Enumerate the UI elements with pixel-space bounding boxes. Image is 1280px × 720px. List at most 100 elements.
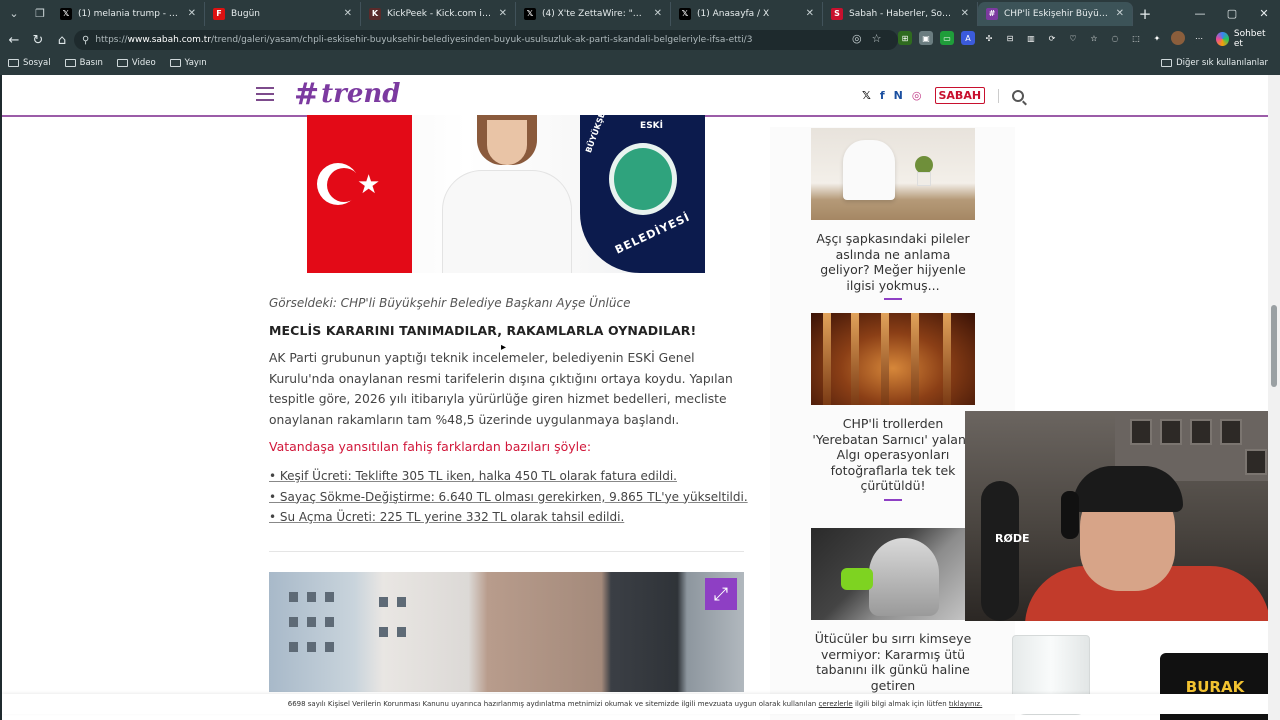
x-icon[interactable]: 𝕏 bbox=[862, 89, 871, 102]
scrollbar-thumb[interactable] bbox=[1271, 305, 1277, 387]
folder-icon bbox=[116, 59, 128, 67]
cap bbox=[1073, 466, 1183, 512]
copilot-history-icon[interactable]: ◌ bbox=[1108, 31, 1122, 45]
tab-title: KickPeek - Kick.com için Gerçek Z bbox=[387, 8, 493, 19]
close-icon[interactable]: ✕ bbox=[499, 8, 507, 19]
collections-icon[interactable]: ☆ bbox=[1087, 31, 1101, 45]
cookie-link[interactable]: çerezlerle bbox=[818, 700, 852, 708]
cookie-text: 6698 sayılı Kişisel Verilerin Korunması … bbox=[287, 700, 817, 708]
extension-icon[interactable]: ⊟ bbox=[1003, 31, 1017, 45]
hamburger-menu-icon[interactable] bbox=[256, 87, 274, 101]
window bbox=[289, 592, 298, 602]
tab-title: CHP'li Eskişehir Büyükşehir Beled bbox=[1004, 8, 1110, 19]
emblem-left-text: BÜYÜKŞEHİR bbox=[584, 115, 613, 155]
url-host: www.sabah.com.tr bbox=[127, 35, 212, 45]
reader-mode-icon[interactable]: ◎ bbox=[852, 32, 862, 45]
star-icon: ★ bbox=[357, 170, 381, 200]
close-icon[interactable]: ✕ bbox=[806, 8, 814, 19]
maximize-icon[interactable]: ▢ bbox=[1216, 0, 1248, 27]
tab-x-home[interactable]: 𝕏 (1) Anasayfa / X ✕ bbox=[671, 1, 823, 26]
home-icon[interactable]: ⌂ bbox=[50, 33, 74, 48]
folder-icon bbox=[64, 59, 76, 67]
bookmark-label: Yayın bbox=[184, 58, 207, 68]
close-icon[interactable]: ✕ bbox=[1116, 8, 1124, 19]
chef-hat bbox=[843, 140, 895, 200]
tab-title: Bugün bbox=[231, 8, 260, 19]
card-image-cistern bbox=[811, 313, 975, 405]
turkish-flag: ★ bbox=[307, 115, 412, 273]
url-path: /trend/galeri/yasam/chpli-eskisehir-buyu… bbox=[211, 35, 753, 45]
related-card[interactable]: Ütücüler bu sırrı kimseye vermiyor: Kara… bbox=[811, 528, 975, 693]
tab-chp-eskisehir[interactable]: # CHP'li Eskişehir Büyükşehir Beled ✕ bbox=[978, 1, 1133, 26]
mouse-cursor-icon: ▸ bbox=[501, 342, 507, 353]
extension-icon[interactable]: ✣ bbox=[982, 31, 996, 45]
window bbox=[289, 617, 298, 627]
downloads-icon[interactable]: ⬚ bbox=[1129, 31, 1143, 45]
close-icon[interactable]: ✕ bbox=[654, 8, 662, 19]
municipality-flag: ESKİ BÜYÜKŞEHİR BELEDİYESİ bbox=[580, 115, 705, 273]
page-scrollbar[interactable] bbox=[1268, 75, 1280, 720]
close-icon[interactable]: ✕ bbox=[961, 8, 969, 19]
close-window-icon[interactable]: ✕ bbox=[1248, 0, 1280, 27]
back-icon[interactable]: ← bbox=[2, 33, 26, 48]
expand-image-button[interactable]: ⤢ bbox=[705, 578, 737, 610]
site-info-icon[interactable]: ⚲ bbox=[82, 35, 89, 46]
extension-icon[interactable]: ⊞ bbox=[898, 31, 912, 45]
more-menu-icon[interactable]: ⋯ bbox=[1192, 31, 1206, 45]
cookie-more-link[interactable]: tıklayınız. bbox=[949, 700, 982, 708]
extension-icon[interactable]: ▭ bbox=[940, 31, 954, 45]
close-icon[interactable]: ✕ bbox=[344, 8, 352, 19]
favorite-star-icon[interactable]: ☆ bbox=[872, 32, 882, 45]
minimize-icon[interactable]: — bbox=[1184, 0, 1216, 27]
face bbox=[487, 120, 527, 165]
column bbox=[851, 313, 859, 405]
expand-icon: ⤢ bbox=[713, 583, 729, 605]
google-news-icon[interactable]: N bbox=[894, 89, 903, 102]
tab-bugun[interactable]: F Bugün ✕ bbox=[205, 1, 361, 26]
workspaces-icon[interactable]: ❐ bbox=[28, 3, 52, 25]
tab-search-icon[interactable]: ⌄ bbox=[2, 3, 26, 25]
trend-icon: # bbox=[986, 7, 998, 20]
window bbox=[289, 642, 298, 652]
split-screen-icon[interactable]: ▥ bbox=[1024, 31, 1038, 45]
extensions-puzzle-icon[interactable]: ✦ bbox=[1150, 31, 1164, 45]
profile-avatar[interactable] bbox=[1171, 31, 1185, 45]
facebook-icon[interactable]: f bbox=[880, 89, 885, 102]
bookmark-folder[interactable]: Yayın bbox=[169, 58, 207, 68]
url-prefix: https:// bbox=[95, 35, 128, 45]
window-controls: — ▢ ✕ bbox=[1184, 0, 1280, 27]
close-icon[interactable]: ✕ bbox=[188, 8, 196, 19]
translate-icon[interactable]: A bbox=[961, 31, 975, 45]
tab-sabah[interactable]: S Sabah - Haberler, Son Dakika Ha ✕ bbox=[823, 1, 978, 26]
tab-zettawire[interactable]: 𝕏 (4) X'te ZettaWire: "🚨 Başkan Ya ✕ bbox=[516, 1, 671, 26]
card-title: Aşçı şapkasındaki pileler aslında ne anl… bbox=[816, 231, 970, 293]
refresh-extension-icon[interactable]: ⟳ bbox=[1045, 31, 1059, 45]
card-title: Ütücüler bu sırrı kimseye vermiyor: Kara… bbox=[814, 631, 972, 693]
trend-logo[interactable]: # trend bbox=[294, 77, 400, 112]
related-card[interactable]: Aşçı şapkasındaki pileler aslında ne anl… bbox=[811, 128, 975, 300]
card-underline bbox=[884, 298, 902, 300]
new-tab-icon[interactable]: + bbox=[1133, 5, 1157, 23]
window bbox=[397, 627, 406, 637]
related-card[interactable]: CHP'li trollerden 'Yerebatan Sarnıcı' ya… bbox=[811, 313, 975, 501]
bookmark-folder[interactable]: Basın bbox=[64, 58, 103, 68]
cookie-text: ilgili bilgi almak için lütfen bbox=[854, 700, 947, 708]
search-icon[interactable] bbox=[1012, 89, 1025, 102]
tab-kickpeek[interactable]: K KickPeek - Kick.com için Gerçek Z ✕ bbox=[361, 1, 516, 26]
other-bookmarks[interactable]: Diğer sık kullanılanlar bbox=[1161, 53, 1268, 73]
bookmark-folder[interactable]: Sosyal bbox=[8, 58, 51, 68]
reload-icon[interactable]: ↻ bbox=[26, 33, 50, 48]
list-item: • Keşif Ücreti: Teklifte 305 TL iken, ha… bbox=[269, 469, 677, 483]
sabah-logo[interactable]: SABAH bbox=[934, 87, 986, 104]
bookmark-folder[interactable]: Video bbox=[116, 58, 156, 68]
window bbox=[325, 617, 334, 627]
address-bar[interactable]: ⚲ https://www.sabah.com.tr/trend/galeri/… bbox=[74, 30, 898, 50]
browser-chrome: ⌄ ❐ 𝕏 (1) melania trump - Arama / ✕ F Bu… bbox=[0, 0, 1280, 75]
tab-bar: ⌄ ❐ 𝕏 (1) melania trump - Arama / ✕ F Bu… bbox=[0, 0, 1280, 27]
tab-melania[interactable]: 𝕏 (1) melania trump - Arama / ✕ bbox=[52, 1, 205, 26]
performance-icon[interactable]: ♡ bbox=[1066, 31, 1080, 45]
iron-plate bbox=[869, 538, 939, 616]
instagram-icon[interactable]: ◎ bbox=[912, 89, 922, 102]
extension-icon[interactable]: ▣ bbox=[919, 31, 933, 45]
copilot-chat-button[interactable]: Sohbet et bbox=[1212, 29, 1280, 49]
